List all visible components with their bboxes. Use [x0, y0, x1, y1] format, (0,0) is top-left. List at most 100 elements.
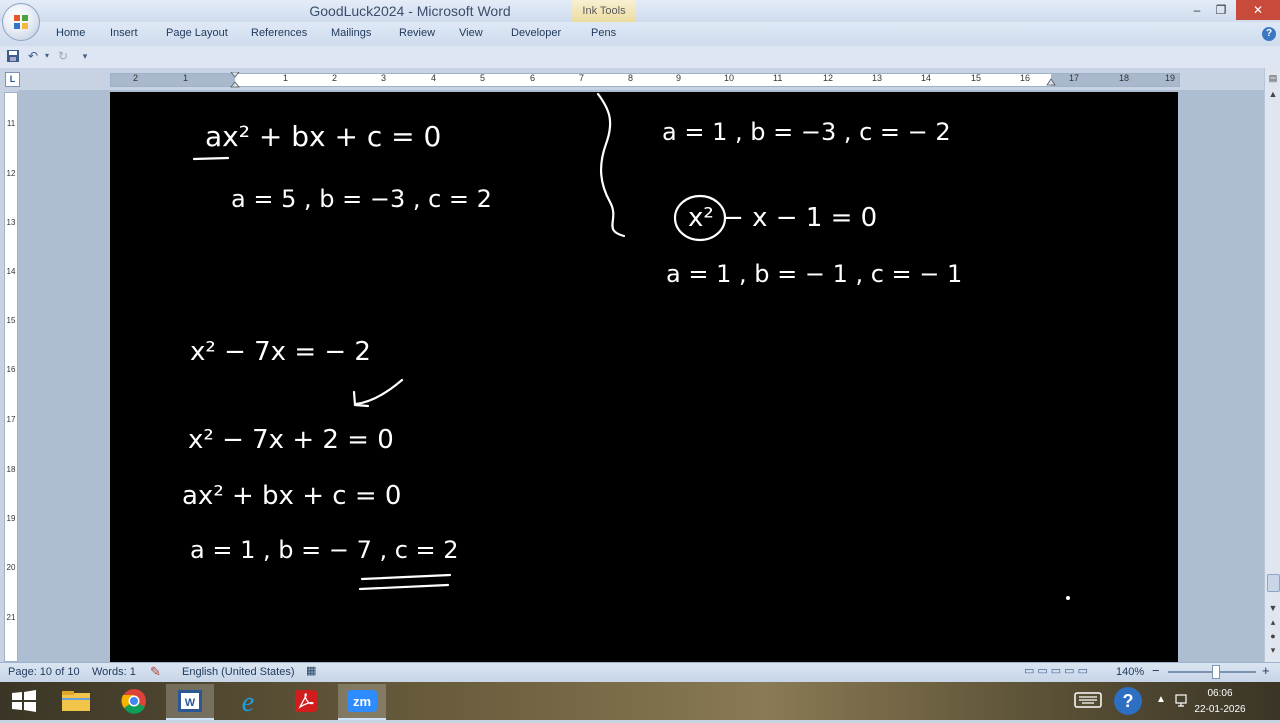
ruler-number: 3	[381, 73, 387, 83]
ruler-number: 15	[6, 316, 16, 325]
equation-standard-form: ax² + bx + c = 0	[205, 120, 441, 153]
tab-mailings[interactable]: Mailings	[331, 27, 371, 39]
restore-button[interactable]: ❐	[1208, 0, 1234, 20]
network-icon[interactable]	[1174, 692, 1190, 708]
brace-stroke	[596, 92, 626, 238]
ruler-number: 7	[579, 73, 585, 83]
ruler-number: 16	[6, 365, 16, 374]
clock-time[interactable]: 06:06	[1190, 688, 1250, 699]
tab-references[interactable]: References	[251, 27, 307, 39]
tab-selector-button[interactable]: L	[5, 72, 20, 87]
ruler-number: 4	[431, 73, 437, 83]
undo-icon[interactable]: ↶	[26, 49, 40, 63]
proofing-icon[interactable]: ✎	[150, 664, 161, 680]
zoom-icon[interactable]: zm	[338, 684, 386, 720]
equation-standard-form-2: ax² + bx + c = 0	[182, 481, 401, 511]
right-indent-marker-icon[interactable]	[1046, 76, 1056, 86]
scroll-up-icon[interactable]: ▲	[1267, 88, 1279, 100]
ruler-number: 13	[6, 218, 16, 227]
ruler-number: 14	[6, 267, 16, 276]
tray-expand-icon[interactable]: ▲	[1156, 694, 1166, 705]
document-page[interactable]: ax² + bx + c = 0 a = 5 , b = −3 , c = 2 …	[110, 92, 1178, 662]
ruler-number: 18	[6, 465, 16, 474]
zoom-level[interactable]: 140%	[1116, 666, 1144, 678]
next-page-icon[interactable]: ▾	[1267, 644, 1279, 656]
tab-developer[interactable]: Developer	[511, 27, 561, 39]
zoom-slider-thumb[interactable]	[1212, 665, 1220, 679]
coefficients-line-3: a = 1 , b = −3 , c = − 2	[662, 118, 951, 146]
ruler-number: 6	[530, 73, 536, 83]
tab-pens[interactable]: Pens	[591, 27, 616, 39]
customize-toolbar-icon[interactable]: ▾	[78, 49, 92, 63]
redo-icon[interactable]: ↻	[56, 49, 70, 63]
vertical-scrollbar[interactable]: ▤ ▲ ▼ ▴ ● ▾	[1264, 68, 1280, 662]
zoom-out-button[interactable]: −	[1152, 663, 1160, 678]
quick-access-toolbar	[0, 46, 1280, 68]
ruler-number: 1	[283, 73, 289, 83]
previous-page-icon[interactable]: ▴	[1267, 616, 1279, 628]
ruler-number: 19	[1165, 73, 1176, 83]
scroll-down-icon[interactable]: ▼	[1267, 602, 1279, 614]
ruler-number: 2	[332, 73, 338, 83]
clock-date[interactable]: 22-01-2026	[1190, 704, 1250, 715]
tab-view[interactable]: View	[459, 27, 483, 39]
ruler-number: 12	[823, 73, 834, 83]
equation-x2-minus-7x: x² − 7x = − 2	[190, 337, 371, 367]
page-count[interactable]: Page: 10 of 10	[8, 666, 80, 678]
indent-marker-icon[interactable]	[230, 72, 240, 88]
ink-dot	[1066, 596, 1070, 600]
view-buttons-icon[interactable]: ▭▭▭▭▭	[1024, 664, 1091, 677]
ink-tools-contextual-tab[interactable]: Ink Tools	[572, 0, 636, 22]
language-status[interactable]: English (United States)	[182, 666, 295, 678]
ruler-number: 5	[480, 73, 486, 83]
ruler-number: 9	[676, 73, 682, 83]
underline-stroke	[360, 573, 452, 581]
minimize-button[interactable]: –	[1184, 0, 1210, 20]
word-icon[interactable]: W	[166, 684, 214, 720]
ruler-number: 10	[724, 73, 735, 83]
tab-insert[interactable]: Insert	[110, 27, 138, 39]
scroll-thumb[interactable]	[1267, 574, 1280, 592]
zoom-in-button[interactable]: +	[1262, 663, 1270, 678]
undo-dropdown-icon[interactable]: ▾	[40, 49, 54, 63]
keyboard-icon[interactable]	[1074, 691, 1102, 709]
tab-home[interactable]: Home	[56, 27, 85, 39]
chrome-icon[interactable]	[110, 684, 158, 718]
close-button[interactable]: ✕	[1236, 0, 1280, 20]
coefficients-line-2: a = 1 , b = − 7 , c = 2	[190, 536, 459, 564]
tab-review[interactable]: Review	[399, 27, 435, 39]
arrow-stroke	[354, 378, 404, 406]
browse-object-icon[interactable]: ●	[1267, 630, 1279, 642]
ruler-view-icon[interactable]: ▤	[1267, 72, 1279, 84]
svg-text:W: W	[185, 697, 196, 709]
macro-recording-icon[interactable]: ▦	[306, 664, 316, 677]
ruler-number: 19	[6, 514, 16, 523]
tab-page-layout[interactable]: Page Layout	[166, 27, 228, 39]
equation-rearranged: x² − 7x + 2 = 0	[188, 425, 394, 455]
office-button[interactable]	[2, 3, 40, 41]
acrobat-icon[interactable]	[282, 684, 330, 718]
ie-icon[interactable]: e	[224, 684, 272, 718]
ruler-number: 16	[1020, 73, 1031, 83]
underline-stroke	[192, 156, 230, 161]
ruler-number: 11	[6, 119, 16, 128]
file-explorer-icon[interactable]	[52, 684, 100, 718]
save-icon[interactable]	[6, 49, 20, 63]
ruler-number: 21	[6, 613, 16, 622]
word-count[interactable]: Words: 1	[92, 666, 136, 678]
ruler-number: 1	[183, 73, 189, 83]
help-icon[interactable]: ?	[1262, 27, 1276, 41]
help-assistant-icon[interactable]: ?	[1114, 687, 1142, 715]
coefficients-line-1: a = 5 , b = −3 , c = 2	[231, 185, 492, 213]
zoom-app-label: zm	[353, 694, 371, 709]
ruler-number: 14	[921, 73, 932, 83]
office-logo-icon	[14, 15, 28, 29]
ruler-number: 15	[971, 73, 982, 83]
ruler-number: 11	[773, 73, 783, 83]
ruler-number: 17	[6, 415, 16, 424]
svg-text:e: e	[242, 687, 254, 718]
start-icon[interactable]	[0, 684, 48, 718]
ruler-number: 20	[6, 563, 16, 572]
horizontal-ruler[interactable]: 2 1 1 2 3 4 5 6 7 8 9 10 11 12 13 14 15 …	[110, 72, 1180, 88]
underline-stroke	[358, 583, 450, 591]
